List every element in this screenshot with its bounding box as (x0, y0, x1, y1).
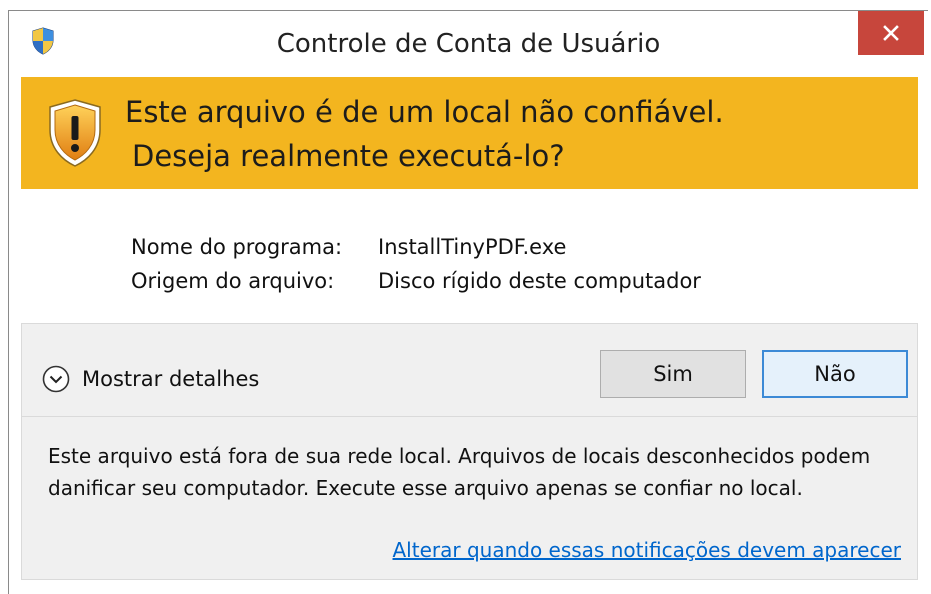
warning-shield-icon (47, 98, 103, 168)
warning-description: Este arquivo está fora de sua rede local… (48, 444, 871, 500)
title-bar: Controle de Conta de Usuário (9, 11, 928, 77)
divider (22, 416, 917, 417)
warning-banner: Este arquivo é de um local não confiável… (21, 77, 918, 189)
uac-dialog: Controle de Conta de Usuário Este arquiv… (8, 10, 928, 594)
change-notifications-link[interactable]: Alterar quando essas notificações devem … (393, 538, 902, 562)
show-details-toggle[interactable]: Mostrar detalhes (42, 362, 259, 396)
close-icon (882, 24, 900, 42)
warning-question: Deseja realmente executá-lo? (132, 139, 565, 173)
program-name-value: InstallTinyPDF.exe (378, 235, 567, 259)
warning-heading: Este arquivo é de um local não confiável… (125, 95, 724, 129)
file-origin-value: Disco rígido deste computador (378, 269, 701, 293)
chevron-down-circle-icon (42, 365, 70, 393)
program-info: Nome do programa: InstallTinyPDF.exe Orig… (21, 189, 918, 323)
dialog-title: Controle de Conta de Usuário (276, 29, 661, 59)
show-details-label: Mostrar detalhes (82, 367, 260, 391)
program-name-row: Nome do programa: InstallTinyPDF.exe (131, 235, 566, 259)
file-origin-row: Origem do arquivo: Disco rígido deste com… (131, 269, 701, 293)
program-name-label: Nome do programa: (131, 235, 343, 259)
yes-button[interactable]: Sim (600, 350, 746, 398)
dialog-footer: Mostrar detalhes Sim Não Este arquivo es… (21, 323, 918, 580)
close-button[interactable] (858, 11, 924, 55)
no-button[interactable]: Não (762, 350, 908, 398)
file-origin-label: Origem do arquivo: (131, 269, 335, 293)
